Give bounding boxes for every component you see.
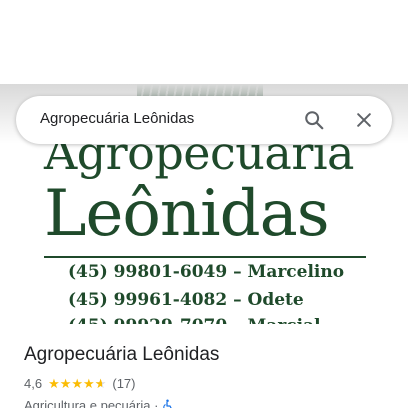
photo-phone-3: (45) 99929-7070 – Marcial <box>68 316 321 324</box>
rating-value: 4,6 <box>24 376 43 391</box>
category-row: Agricultura e pecuária · <box>24 398 174 408</box>
close-icon[interactable] <box>350 106 378 134</box>
place-info-panel: Agropecuária Leônidas 4,6 ★ ★ ★ ★ ★ (17)… <box>0 324 408 408</box>
photo-divider <box>44 256 366 258</box>
rating-stars: ★ ★ ★ ★ ★ <box>48 377 106 390</box>
separator-dot: · <box>154 398 159 408</box>
star-icon: ★ <box>48 376 60 391</box>
place-title: Agropecuária Leônidas <box>24 344 220 365</box>
photo-phone-2: (45) 99961-4082 – Odete <box>68 290 304 310</box>
photo-brand-line-2: Leônidas <box>44 177 330 251</box>
rating-row[interactable]: 4,6 ★ ★ ★ ★ ★ (17) <box>24 376 135 391</box>
wheelchair-icon <box>162 398 174 408</box>
place-category: Agricultura e pecuária <box>24 398 151 408</box>
star-icon: ★ <box>83 376 95 391</box>
search-input[interactable]: Agropecuária Leônidas <box>40 110 194 127</box>
search-icon[interactable] <box>300 106 328 134</box>
star-icon: ★ <box>71 376 84 391</box>
review-count[interactable]: (17) <box>112 376 135 391</box>
search-bar[interactable]: Agropecuária Leônidas <box>16 96 392 144</box>
star-half-icon: ★ <box>95 377 107 390</box>
star-icon: ★ <box>59 376 72 391</box>
photo-phone-1: (45) 99801-6049 – Marcelino <box>68 262 345 282</box>
